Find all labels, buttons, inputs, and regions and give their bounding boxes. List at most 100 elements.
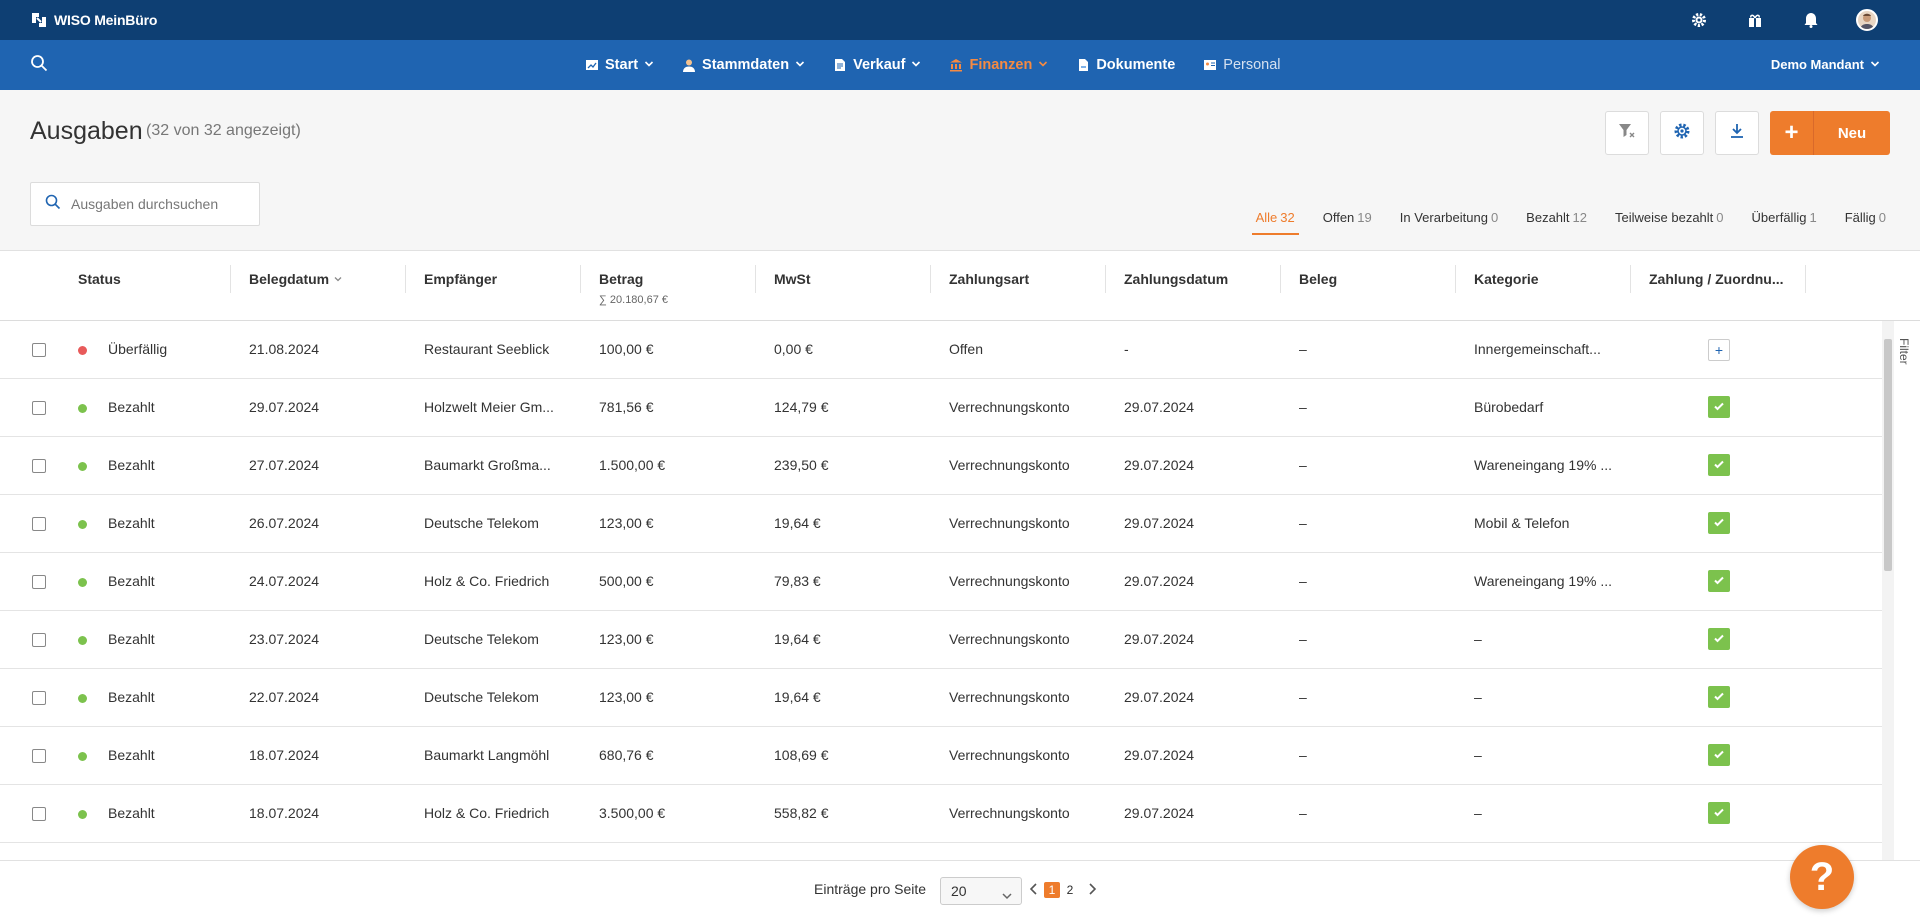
- prev-page-button[interactable]: [1028, 882, 1040, 901]
- row-checkbox[interactable]: [32, 459, 46, 473]
- cell-beleg: –: [1299, 573, 1307, 589]
- row-checkbox[interactable]: [32, 575, 46, 589]
- payment-assigned-check[interactable]: [1708, 802, 1730, 824]
- filter-tab-label: In Verarbeitung: [1399, 210, 1488, 225]
- scrollbar-thumb[interactable]: [1884, 339, 1892, 571]
- filter-tab-bezahlt[interactable]: Bezahlt 12: [1526, 210, 1587, 225]
- column-header-betrag[interactable]: Betrag: [599, 271, 643, 287]
- cell-status: Bezahlt: [108, 573, 155, 589]
- search-field[interactable]: [30, 182, 260, 226]
- column-divider[interactable]: [1455, 265, 1456, 293]
- export-button[interactable]: [1715, 111, 1759, 155]
- column-header-zahlungsdatum[interactable]: Zahlungsdatum: [1124, 271, 1228, 287]
- mandant-selector[interactable]: Demo Mandant: [1771, 57, 1880, 72]
- table-row[interactable]: Bezahlt 27.07.2024 Baumarkt Großma... 1.…: [0, 437, 1882, 495]
- add-payment-button[interactable]: +: [1708, 339, 1730, 361]
- search-icon[interactable]: [30, 54, 48, 77]
- column-header-beleg[interactable]: Beleg: [1299, 271, 1337, 287]
- filter-tab-count: 32: [1280, 210, 1295, 225]
- filter-tab-alle[interactable]: Alle 32: [1251, 210, 1299, 235]
- table-row[interactable]: Bezahlt 23.07.2024 Deutsche Telekom 123,…: [0, 611, 1882, 669]
- cell-zahlungsdatum: 29.07.2024: [1124, 399, 1195, 415]
- nav-item-verkauf[interactable]: Verkauf: [833, 57, 921, 73]
- cell-zahlungsdatum: 29.07.2024: [1124, 747, 1195, 763]
- column-divider[interactable]: [930, 265, 931, 293]
- payment-assigned-check[interactable]: [1708, 570, 1730, 592]
- column-divider[interactable]: [405, 265, 406, 293]
- per-page-select[interactable]: 20: [940, 877, 1022, 905]
- row-checkbox[interactable]: [32, 343, 46, 357]
- column-header-zahlung[interactable]: Zahlung / Zuordnu...: [1649, 271, 1784, 287]
- table-row[interactable]: Bezahlt 22.07.2024 Deutsche Telekom 123,…: [0, 669, 1882, 727]
- payment-assigned-check[interactable]: [1708, 744, 1730, 766]
- nav-item-personal[interactable]: Personal: [1203, 57, 1281, 73]
- status-dot: [78, 520, 87, 529]
- column-divider[interactable]: [1105, 265, 1106, 293]
- chevron-down-icon: [795, 57, 805, 73]
- side-filter-toggle[interactable]: Filter: [1897, 338, 1911, 365]
- table-header: Status Belegdatum Empfänger Betrag ∑ 20.…: [0, 251, 1920, 321]
- row-checkbox[interactable]: [32, 517, 46, 531]
- cell-kategorie: –: [1474, 805, 1482, 821]
- payment-assigned-check[interactable]: [1708, 512, 1730, 534]
- nav-item-start[interactable]: Start: [585, 57, 654, 73]
- column-header-zahlungsart[interactable]: Zahlungsart: [949, 271, 1029, 287]
- column-divider[interactable]: [580, 265, 581, 293]
- nav-item-label: Verkauf: [853, 57, 906, 73]
- cell-betrag: 781,56 €: [599, 399, 654, 415]
- cell-empfaenger: Baumarkt Großma...: [424, 457, 551, 473]
- status-dot: [78, 810, 87, 819]
- column-divider[interactable]: [1280, 265, 1281, 293]
- status-dot: [78, 636, 87, 645]
- filter-tab-ueberfaellig[interactable]: Überfällig 1: [1752, 210, 1817, 225]
- payment-assigned-check[interactable]: [1708, 686, 1730, 708]
- column-divider[interactable]: [755, 265, 756, 293]
- table-scrollbar[interactable]: [1882, 321, 1894, 861]
- filter-tab-teilweise-bezahlt[interactable]: Teilweise bezahlt 0: [1615, 210, 1724, 225]
- payment-assigned-check[interactable]: [1708, 628, 1730, 650]
- column-header-mwst[interactable]: MwSt: [774, 271, 811, 287]
- table-row[interactable]: Überfällig 21.08.2024 Restaurant Seeblic…: [0, 321, 1882, 379]
- app-logo[interactable]: WISO MeinBüro: [30, 11, 157, 29]
- filter-tab-offen[interactable]: Offen 19: [1323, 210, 1372, 225]
- row-checkbox[interactable]: [32, 807, 46, 821]
- page-1-button[interactable]: 1: [1044, 882, 1060, 898]
- gift-icon[interactable]: [1744, 9, 1766, 31]
- column-header-kategorie[interactable]: Kategorie: [1474, 271, 1539, 287]
- filter-tab-faellig[interactable]: Fällig 0: [1845, 210, 1886, 225]
- payment-assigned-check[interactable]: [1708, 396, 1730, 418]
- table-row[interactable]: Bezahlt 24.07.2024 Holz & Co. Friedrich …: [0, 553, 1882, 611]
- row-checkbox[interactable]: [32, 401, 46, 415]
- next-page-button[interactable]: [1086, 882, 1098, 901]
- column-settings-button[interactable]: [1660, 111, 1704, 155]
- check-icon: [1713, 631, 1725, 647]
- search-input[interactable]: [71, 196, 241, 212]
- nav-item-finanzen[interactable]: Finanzen: [949, 57, 1048, 73]
- user-avatar[interactable]: [1856, 9, 1878, 31]
- filter-tab-label: Überfällig: [1751, 210, 1807, 225]
- help-button[interactable]: ?: [1790, 845, 1854, 909]
- table-row[interactable]: Bezahlt 18.07.2024 Baumarkt Langmöhl 680…: [0, 727, 1882, 785]
- column-divider[interactable]: [1630, 265, 1631, 293]
- nav-item-stammdaten[interactable]: Stammdaten: [682, 57, 805, 73]
- column-divider[interactable]: [230, 265, 231, 293]
- filter-tab-in-verarbeitung[interactable]: In Verarbeitung 0: [1400, 210, 1498, 225]
- row-checkbox[interactable]: [32, 633, 46, 647]
- column-divider[interactable]: [1805, 265, 1806, 293]
- table-row[interactable]: Bezahlt 18.07.2024 Holz & Co. Friedrich …: [0, 785, 1882, 843]
- row-checkbox[interactable]: [32, 749, 46, 763]
- table-row[interactable]: Bezahlt 26.07.2024 Deutsche Telekom 123,…: [0, 495, 1882, 553]
- column-header-empfaenger[interactable]: Empfänger: [424, 271, 497, 287]
- clear-filter-button[interactable]: [1605, 111, 1649, 155]
- page-2-button[interactable]: 2: [1062, 882, 1078, 898]
- settings-gear-icon[interactable]: [1688, 9, 1710, 31]
- bell-icon[interactable]: [1800, 9, 1822, 31]
- new-expense-button[interactable]: + Neu: [1770, 111, 1890, 155]
- column-header-belegdatum[interactable]: Belegdatum: [249, 271, 343, 287]
- column-header-status[interactable]: Status: [78, 271, 121, 287]
- table-row[interactable]: Bezahlt 29.07.2024 Holzwelt Meier Gm... …: [0, 379, 1882, 437]
- row-checkbox[interactable]: [32, 691, 46, 705]
- nav-item-dokumente[interactable]: Dokumente: [1076, 57, 1175, 73]
- payment-assigned-check[interactable]: [1708, 454, 1730, 476]
- cell-beleg: –: [1299, 399, 1307, 415]
